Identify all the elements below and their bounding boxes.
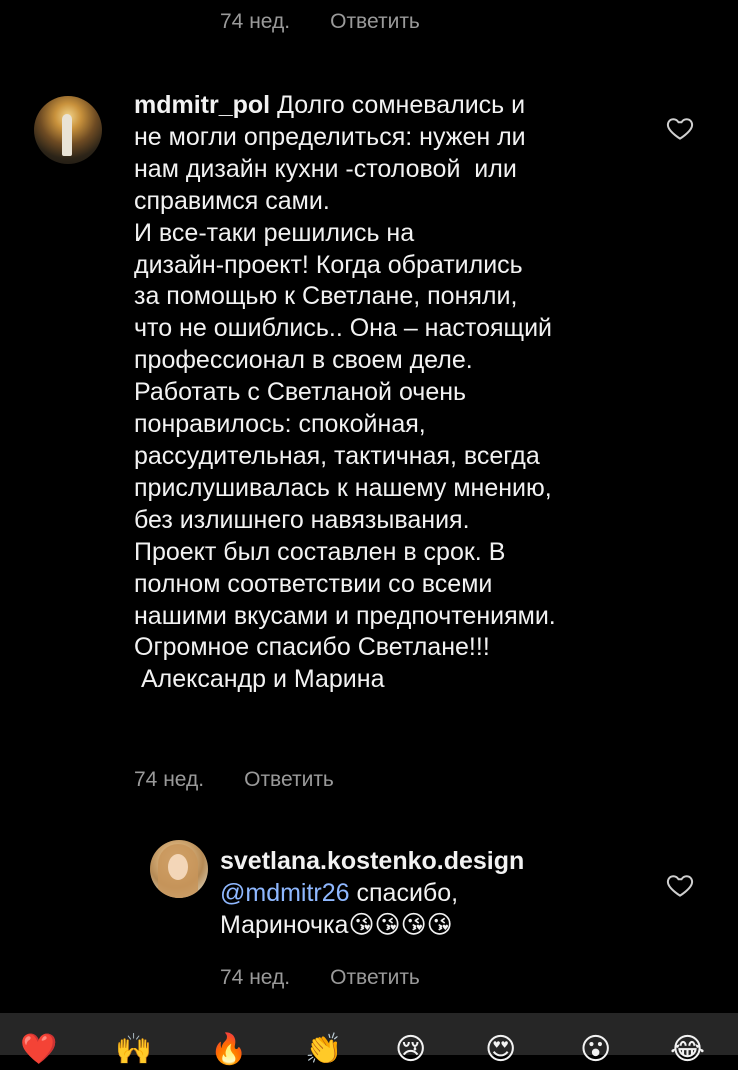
- comment-timestamp: 74 нед.: [220, 10, 291, 33]
- reply-button[interactable]: Ответить: [330, 966, 420, 990]
- avatar[interactable]: [150, 840, 208, 898]
- reaction-sad[interactable]: 😢: [395, 1030, 426, 1070]
- reply-mention[interactable]: @mdmitr26: [220, 879, 350, 907]
- reply-timestamp: 74 нед.: [220, 966, 291, 989]
- reply-body: svetlana.kostenko.design @mdmitr26 спаси…: [220, 846, 640, 942]
- reaction-heart[interactable]: ❤️: [20, 1030, 57, 1070]
- comment-username[interactable]: mdmitr_pol: [134, 91, 270, 119]
- like-heart-icon[interactable]: [665, 870, 695, 900]
- reply-button[interactable]: Ответить: [244, 768, 334, 792]
- reaction-laughing[interactable]: 😂: [670, 1030, 705, 1070]
- previous-comment-meta: 74 нед. Ответить: [220, 10, 420, 34]
- comment-body: mdmitr_pol Долго сомневались и не могли …: [134, 90, 674, 696]
- reply-username[interactable]: svetlana.kostenko.design: [220, 847, 524, 875]
- reaction-clap[interactable]: 👏: [305, 1030, 342, 1070]
- comment-meta: 74 нед. Ответить: [134, 768, 334, 792]
- like-heart-icon[interactable]: [665, 113, 695, 143]
- reaction-bar: [0, 1013, 738, 1055]
- reaction-raised-hands[interactable]: 🙌: [115, 1030, 152, 1070]
- avatar-figure: [62, 114, 72, 156]
- comment-timestamp: 74 нед.: [134, 768, 205, 791]
- avatar-face: [168, 854, 188, 880]
- reaction-heart-eyes[interactable]: 😍: [485, 1030, 516, 1070]
- avatar[interactable]: [34, 96, 102, 164]
- reaction-fire[interactable]: 🔥: [210, 1030, 247, 1070]
- comment-text: Долго сомневались и не могли определитьс…: [134, 91, 556, 694]
- reply-meta: 74 нед. Ответить: [220, 966, 420, 990]
- reply-button[interactable]: Ответить: [330, 10, 420, 34]
- reaction-surprised[interactable]: 😮: [580, 1030, 611, 1070]
